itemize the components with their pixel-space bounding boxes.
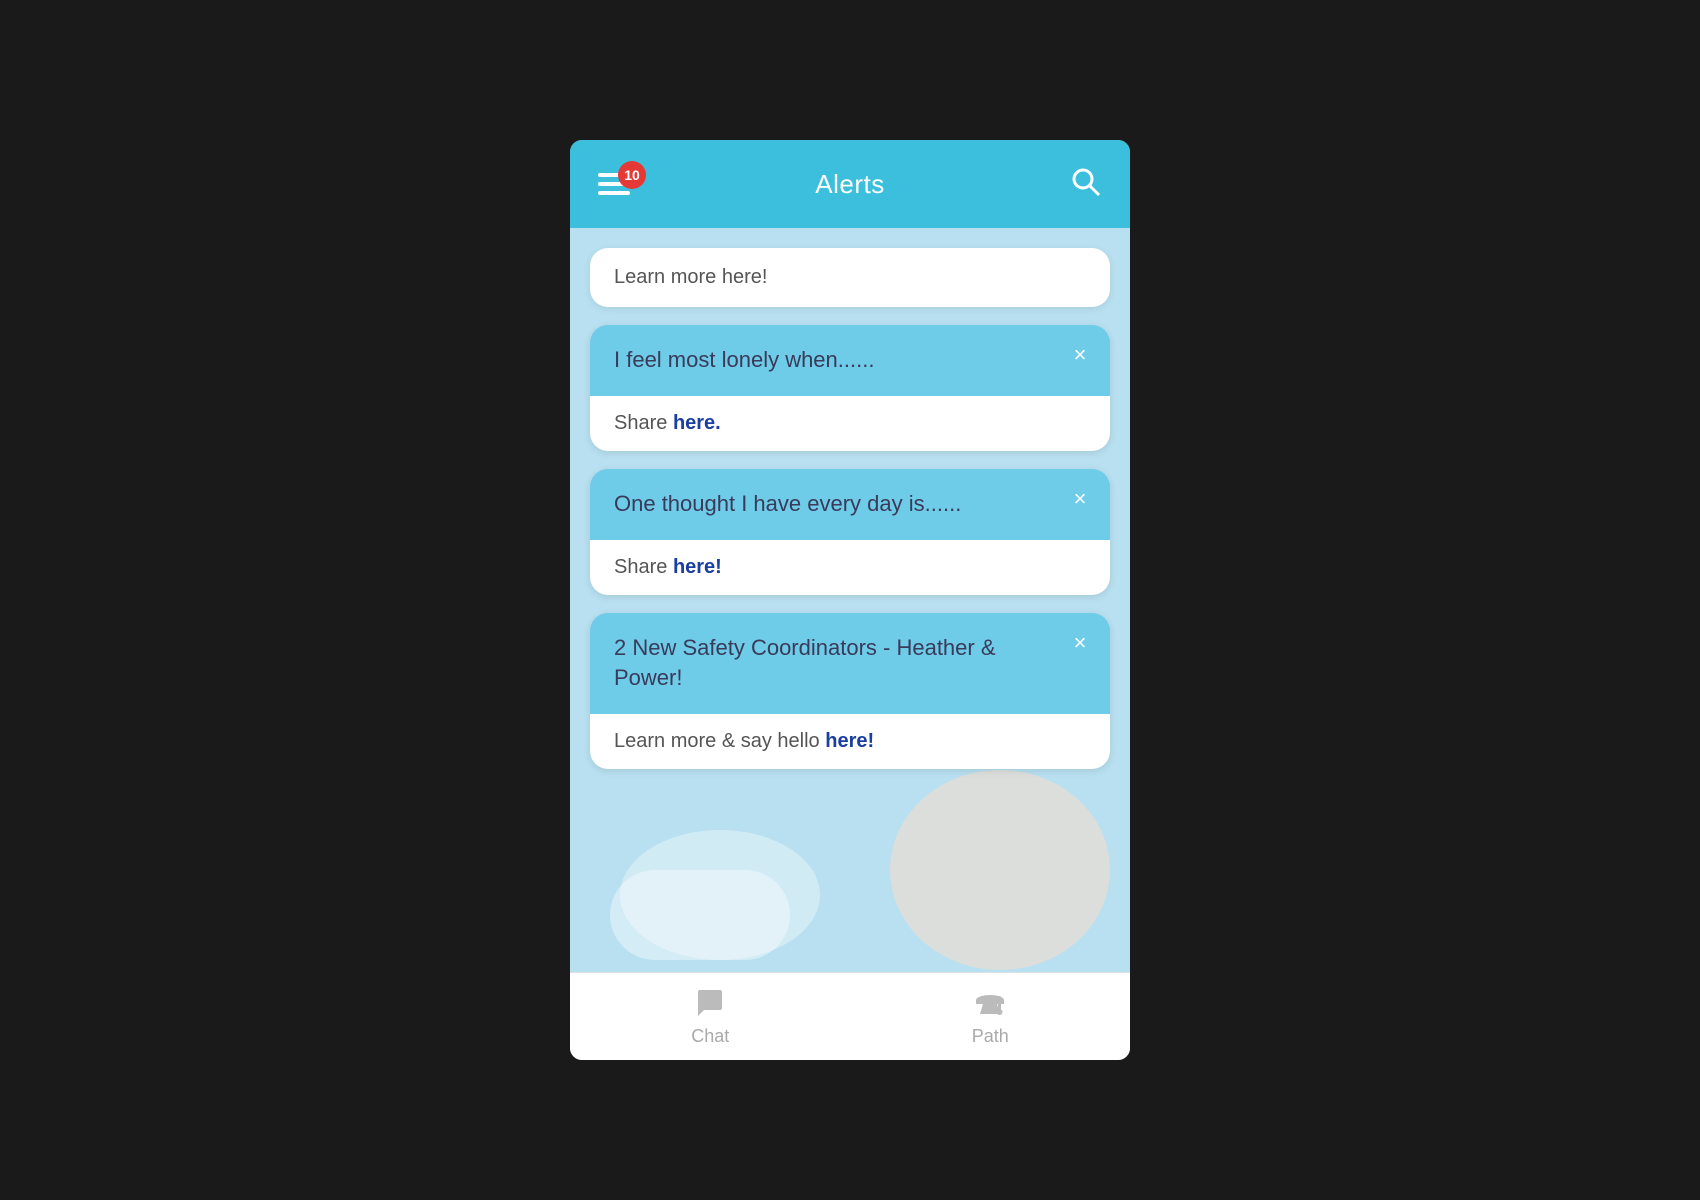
card-title-safety: 2 New Safety Coordinators - Heather & Po… — [614, 633, 1060, 695]
notification-badge: 10 — [618, 161, 646, 189]
search-button[interactable] — [1070, 166, 1102, 203]
header: 10 Alerts — [570, 140, 1130, 228]
search-icon — [1070, 166, 1102, 198]
menu-button[interactable]: 10 — [598, 173, 630, 195]
bottom-navigation: Chat Path — [570, 972, 1130, 1060]
card-body-lonely: Share here. — [590, 396, 1110, 451]
path-icon — [972, 986, 1008, 1022]
nav-item-path[interactable]: Path — [972, 986, 1009, 1047]
card-body-prefix-safety: Learn more & say hello — [614, 730, 825, 752]
card-header-safety: 2 New Safety Coordinators - Heather & Po… — [590, 613, 1110, 715]
card-body-text: Learn more — [614, 266, 722, 288]
card-title-thought: One thought I have every day is...... — [614, 489, 1060, 520]
alert-card-thought: One thought I have every day is...... × … — [590, 469, 1110, 595]
card-title-lonely: I feel most lonely when...... — [614, 345, 1060, 376]
alert-card-safety: 2 New Safety Coordinators - Heather & Po… — [590, 613, 1110, 770]
card-body-prefix-thought: Share — [614, 556, 673, 578]
close-button-thought[interactable]: × — [1066, 485, 1094, 513]
chat-label: Chat — [691, 1026, 729, 1047]
chat-icon — [692, 986, 728, 1022]
learn-more-link[interactable]: here! — [722, 266, 768, 288]
path-label: Path — [972, 1026, 1009, 1047]
close-button-safety[interactable]: × — [1066, 629, 1094, 657]
phone-frame: 10 Alerts Learn more here! I feel most l… — [570, 140, 1130, 1060]
alerts-scroll-area: Learn more here! I feel most lonely when… — [570, 228, 1130, 972]
share-link-lonely[interactable]: here. — [673, 412, 721, 434]
menu-line-3 — [598, 191, 630, 195]
card-body-thought: Share here! — [590, 540, 1110, 595]
alert-card-learn-more: Learn more here! — [590, 248, 1110, 307]
alert-card-lonely: I feel most lonely when...... × Share he… — [590, 325, 1110, 451]
share-link-thought[interactable]: here! — [673, 556, 722, 578]
card-header-thought: One thought I have every day is...... × — [590, 469, 1110, 540]
card-header-lonely: I feel most lonely when...... × — [590, 325, 1110, 396]
card-body-prefix-lonely: Share — [614, 412, 673, 434]
learn-more-safety-link[interactable]: here! — [825, 730, 874, 752]
close-button-lonely[interactable]: × — [1066, 341, 1094, 369]
nav-item-chat[interactable]: Chat — [691, 986, 729, 1047]
card-body-safety: Learn more & say hello here! — [590, 714, 1110, 769]
page-title: Alerts — [815, 169, 884, 200]
